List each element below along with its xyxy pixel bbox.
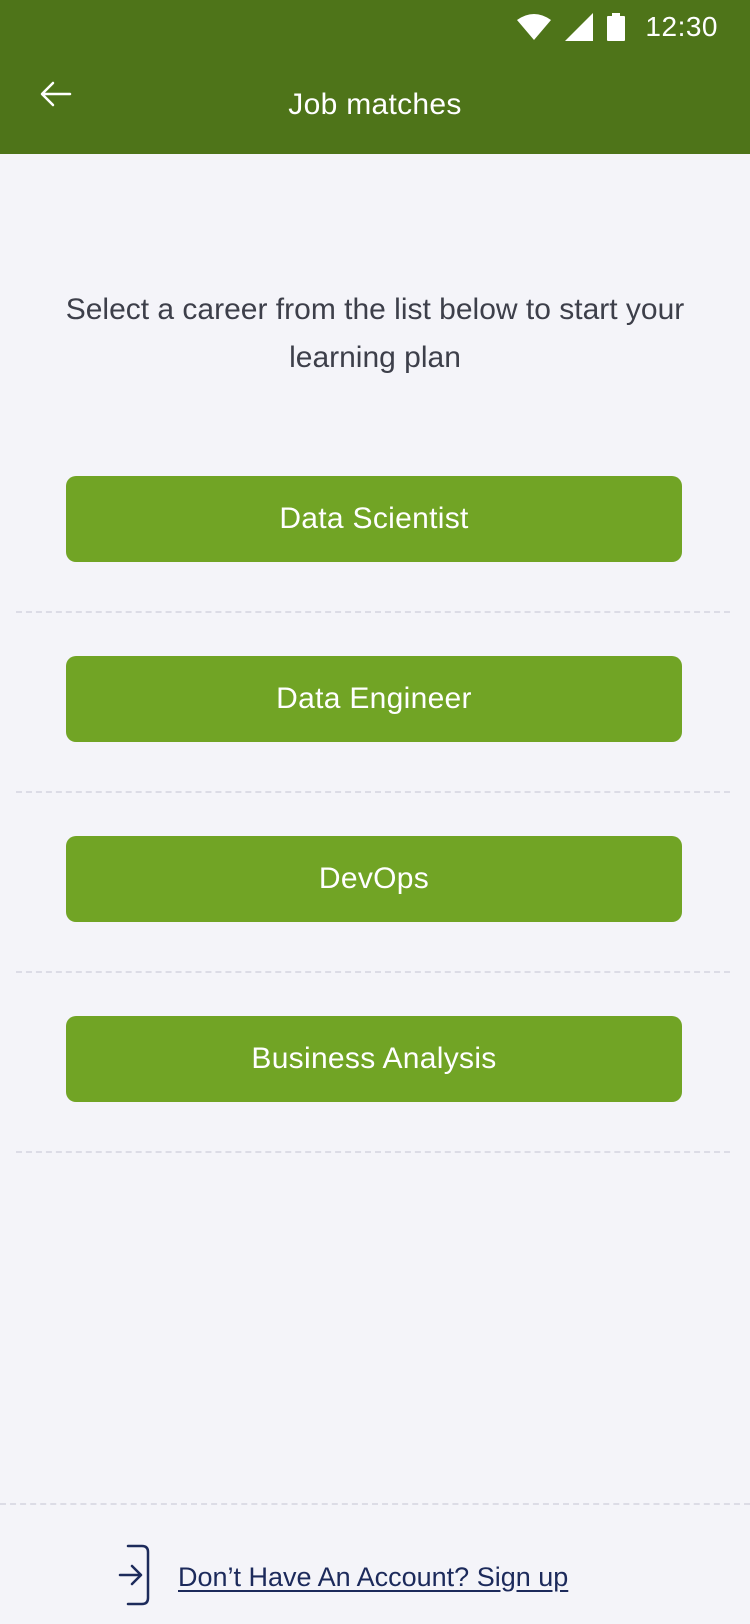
signup-link[interactable]: Don’t Have An Account? Sign up	[178, 1562, 568, 1593]
career-item: Data Engineer	[16, 656, 730, 836]
career-button-data-scientist[interactable]: Data Scientist	[66, 476, 682, 562]
wifi-icon	[517, 14, 552, 40]
cellular-signal-icon	[565, 13, 594, 41]
battery-icon	[607, 13, 626, 41]
intro-text: Select a career from the list below to s…	[65, 293, 685, 374]
divider	[16, 791, 730, 793]
app-header: 12:30 Job matches	[0, 0, 750, 154]
career-button-business-analysis[interactable]: Business Analysis	[66, 1016, 682, 1102]
page-title: Job matches	[288, 88, 462, 121]
sign-in-icon[interactable]	[118, 1544, 152, 1611]
career-item: DevOps	[16, 836, 730, 1016]
status-time: 12:30	[645, 11, 718, 42]
career-item: Data Scientist	[16, 476, 730, 656]
career-button-devops[interactable]: DevOps	[66, 836, 682, 922]
divider	[16, 971, 730, 973]
divider	[16, 1151, 730, 1153]
career-button-data-engineer[interactable]: Data Engineer	[66, 656, 682, 742]
footer-divider	[0, 1503, 750, 1505]
status-bar: 12:30	[450, 0, 750, 54]
career-list: Data Scientist Data Engineer DevOps Busi…	[16, 476, 730, 1196]
career-item: Business Analysis	[16, 1016, 730, 1196]
divider	[16, 611, 730, 613]
footer: Don’t Have An Account? Sign up	[118, 1544, 568, 1611]
